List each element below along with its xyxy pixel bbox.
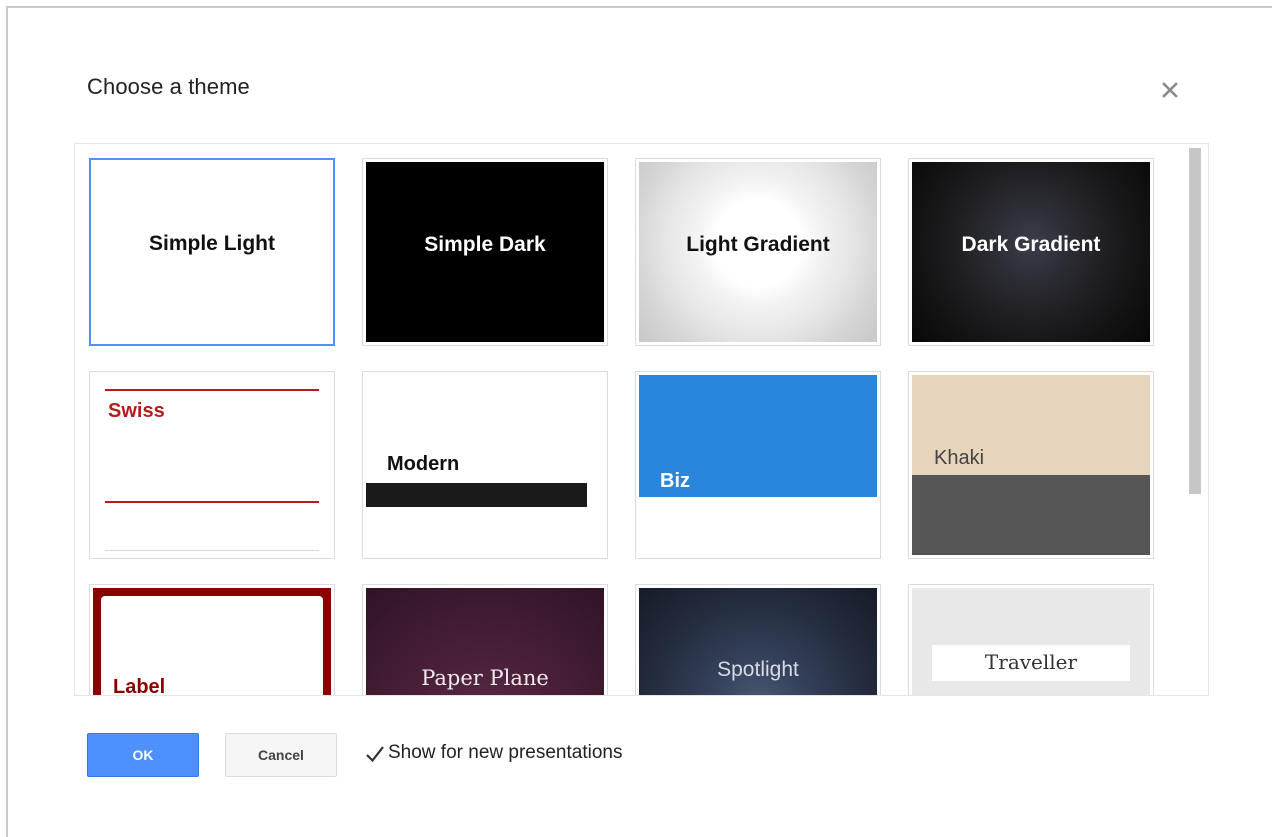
dialog-border-left xyxy=(6,6,8,837)
theme-label: Modern xyxy=(387,453,460,475)
theme-preview: Traveller xyxy=(912,588,1150,695)
swiss-top-rule xyxy=(105,389,319,391)
theme-label: Biz xyxy=(660,470,690,492)
theme-tile-simple-dark[interactable]: Simple Dark xyxy=(362,158,608,346)
theme-tile-khaki[interactable]: Khaki xyxy=(908,371,1154,559)
theme-preview: Khaki xyxy=(912,375,1150,555)
theme-tile-spotlight[interactable]: Spotlight xyxy=(635,584,881,695)
swiss-footer-rule xyxy=(105,550,319,551)
checkbox-label: Show for new presentations xyxy=(388,742,623,763)
show-for-new-presentations-checkbox[interactable]: Show for new presentations xyxy=(364,742,622,764)
theme-preview: Spotlight xyxy=(639,588,877,695)
theme-label: Simple Dark xyxy=(424,233,546,256)
theme-label: Khaki xyxy=(934,447,985,469)
theme-label: Traveller xyxy=(984,650,1078,674)
theme-label: Paper Plane xyxy=(421,666,549,690)
theme-grid-scrollbar[interactable] xyxy=(1187,145,1203,692)
theme-label: Swiss xyxy=(108,400,165,422)
theme-tile-light-gradient[interactable]: Light Gradient xyxy=(635,158,881,346)
cancel-button[interactable]: Cancel xyxy=(225,733,337,777)
scrollbar-thumb[interactable] xyxy=(1189,148,1201,494)
theme-tile-paper-plane[interactable]: Paper Plane xyxy=(362,584,608,695)
theme-preview: Light Gradient xyxy=(639,162,877,342)
theme-label: Light Gradient xyxy=(686,233,830,256)
theme-label: Spotlight xyxy=(717,658,799,681)
theme-label: Label xyxy=(113,676,166,696)
theme-preview: Dark Gradient xyxy=(912,162,1150,342)
dialog-border-top xyxy=(6,6,1272,8)
checkmark-icon[interactable] xyxy=(364,743,384,763)
theme-preview: Paper Plane xyxy=(366,588,604,695)
theme-preview: Label xyxy=(93,588,331,696)
theme-label: Dark Gradient xyxy=(961,233,1101,256)
theme-tile-biz[interactable]: Biz xyxy=(635,371,881,559)
choose-theme-dialog: Choose a theme Simple Light Simple Dark … xyxy=(0,0,1272,837)
theme-tile-dark-gradient[interactable]: Dark Gradient xyxy=(908,158,1154,346)
swiss-bottom-rule xyxy=(105,501,319,503)
ok-button[interactable]: OK xyxy=(87,733,199,777)
theme-grid[interactable]: Simple Light Simple Dark Light Gradient … xyxy=(74,143,1209,696)
theme-preview: Modern xyxy=(366,375,604,555)
theme-tile-swiss[interactable]: Swiss xyxy=(89,371,335,559)
dialog-title: Choose a theme xyxy=(87,74,250,99)
modern-bar xyxy=(366,483,587,507)
theme-label: Simple Light xyxy=(149,232,275,255)
theme-preview: Simple Dark xyxy=(366,162,604,342)
theme-preview: Simple Light xyxy=(93,162,331,342)
theme-tile-label[interactable]: Label xyxy=(89,584,335,696)
theme-preview: Swiss xyxy=(93,375,331,555)
close-icon[interactable] xyxy=(1158,78,1182,102)
theme-grid-inner: Simple Light Simple Dark Light Gradient … xyxy=(75,144,1185,695)
theme-tile-traveller[interactable]: Traveller xyxy=(908,584,1154,695)
theme-tile-simple-light[interactable]: Simple Light xyxy=(89,158,335,346)
theme-tile-modern[interactable]: Modern xyxy=(362,371,608,559)
theme-preview: Biz xyxy=(639,375,877,555)
